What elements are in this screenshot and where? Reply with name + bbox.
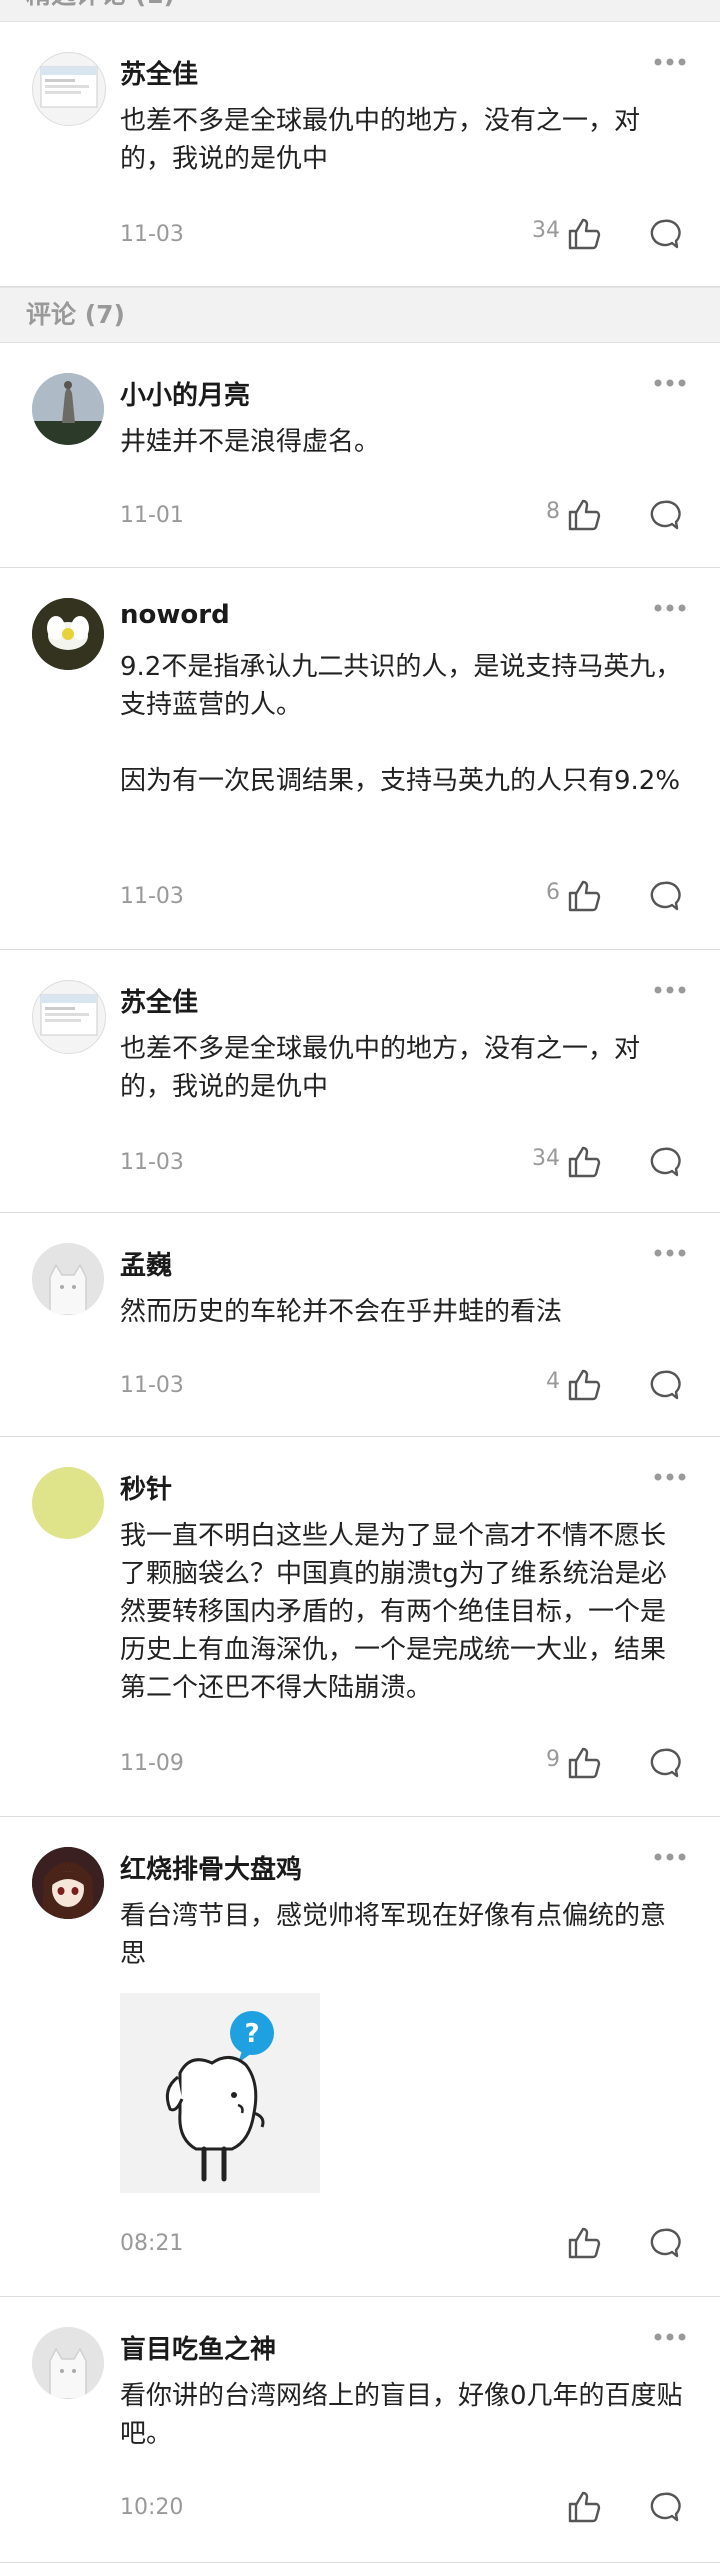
- thumbs-up-icon[interactable]: [566, 1144, 602, 1180]
- username[interactable]: 盲目吃鱼之神: [120, 2329, 276, 2366]
- thumbs-up-icon[interactable]: [566, 878, 602, 914]
- comment-text: 看你讲的台湾网络上的盲目，好像0几年的百度贴吧。: [120, 2377, 690, 2453]
- comment-date: 10:20: [120, 2495, 184, 2520]
- comment-text: 9.2不是指承认九二共识的人，是说支持马英九，支持蓝营的人。 因为有一次民调结果…: [120, 648, 690, 800]
- comments-label: 评论 (7): [26, 300, 125, 329]
- more-dots-icon[interactable]: [652, 1467, 688, 1487]
- reply-bubble-icon[interactable]: [646, 878, 682, 914]
- username[interactable]: 红烧排骨大盘鸡: [120, 1849, 302, 1886]
- username[interactable]: 苏全佳: [120, 982, 198, 1019]
- avatar[interactable]: [32, 1847, 104, 1919]
- reply-bubble-icon[interactable]: [646, 1367, 682, 1403]
- like-count: 34: [532, 218, 560, 243]
- featured-comments-label: 精选评论 (1): [26, 0, 175, 9]
- thumbs-up-icon[interactable]: [566, 497, 602, 533]
- more-dots-icon[interactable]: [652, 980, 688, 1000]
- username[interactable]: noword: [120, 600, 230, 630]
- avatar[interactable]: [32, 1243, 104, 1315]
- comment-item: noword 9.2不是指承认九二共识的人，是说支持马英九，支持蓝营的人。 因为…: [0, 568, 720, 950]
- comment-paragraph: 也差不多是全球最仇中的地方，没有之一，对的，我说的是仇中: [120, 106, 641, 174]
- more-dots-icon[interactable]: [652, 2327, 688, 2347]
- username[interactable]: 小小的月亮: [120, 375, 250, 412]
- username[interactable]: 秒针: [120, 1469, 172, 1506]
- more-dots-icon[interactable]: [652, 1243, 688, 1263]
- comment-text: 井娃并不是浪得虚名。: [120, 423, 690, 461]
- username[interactable]: 苏全佳: [120, 54, 198, 91]
- thumbs-up-icon[interactable]: [566, 216, 602, 252]
- comment-paragraph: 看台湾节目，感觉帅将军现在好像有点偏统的意思: [120, 1901, 667, 1969]
- comment-paragraph: 也差不多是全球最仇中的地方，没有之一，对的，我说的是仇中: [120, 1034, 641, 1102]
- reply-bubble-icon[interactable]: [646, 2489, 682, 2525]
- comment-date: 11-03: [120, 1150, 184, 1175]
- comment-paragraph: 看你讲的台湾网络上的盲目，好像0几年的百度贴吧。: [120, 2381, 683, 2449]
- more-dots-icon[interactable]: [652, 373, 688, 393]
- featured-comments-header: 精选评论 (1): [0, 0, 720, 22]
- comment-date: 11-03: [120, 1373, 184, 1398]
- svg-text:?: ?: [244, 2019, 259, 2049]
- reply-bubble-icon[interactable]: [646, 1745, 682, 1781]
- avatar[interactable]: [32, 980, 106, 1054]
- comment-date: 08:21: [120, 2231, 184, 2256]
- reply-bubble-icon[interactable]: [646, 216, 682, 252]
- comment-text: 也差不多是全球最仇中的地方，没有之一，对的，我说的是仇中: [120, 1030, 690, 1106]
- comment-paragraph: 井娃并不是浪得虚名。: [120, 427, 381, 457]
- avatar[interactable]: [32, 2327, 104, 2399]
- comment-text: 我一直不明白这些人是为了显个高才不情不愿长了颗脑袋么？中国真的崩溃tg为了维系统…: [120, 1517, 690, 1707]
- reply-bubble-icon[interactable]: [646, 1144, 682, 1180]
- avatar[interactable]: [32, 52, 106, 126]
- comment-text: 然而历史的车轮并不会在乎井蛙的看法: [120, 1293, 690, 1331]
- comment-date: 11-03: [120, 222, 184, 247]
- comment-item: 红烧排骨大盘鸡 看台湾节目，感觉帅将军现在好像有点偏统的意思 ? 08:21: [0, 1817, 720, 2297]
- reply-bubble-icon[interactable]: [646, 497, 682, 533]
- username[interactable]: 孟巍: [120, 1245, 172, 1282]
- like-count: 34: [532, 1146, 560, 1171]
- avatar[interactable]: [32, 1467, 104, 1539]
- comment-item: 孟巍 然而历史的车轮并不会在乎井蛙的看法 11-03 4: [0, 1213, 720, 1437]
- avatar[interactable]: [32, 598, 104, 670]
- thumbs-up-icon[interactable]: [566, 1367, 602, 1403]
- thumbs-up-icon[interactable]: [566, 2225, 602, 2261]
- more-dots-icon[interactable]: [652, 52, 688, 72]
- comments-header: 评论 (7): [0, 287, 720, 343]
- like-count: 8: [546, 499, 560, 524]
- like-count: 4: [546, 1369, 560, 1394]
- comment-date: 11-01: [120, 503, 184, 528]
- question-dog-sticker[interactable]: ?: [120, 1993, 320, 2193]
- like-count: 6: [546, 880, 560, 905]
- reply-bubble-icon[interactable]: [646, 2225, 682, 2261]
- comment-item: 小小的月亮 井娃并不是浪得虚名。 11-01 8: [0, 343, 720, 568]
- comment-date: 11-03: [120, 884, 184, 909]
- comment-item: 盲目吃鱼之神 看你讲的台湾网络上的盲目，好像0几年的百度贴吧。 10:20: [0, 2297, 720, 2563]
- thumbs-up-icon[interactable]: [566, 2489, 602, 2525]
- comment-paragraph: 我一直不明白这些人是为了显个高才不情不愿长了颗脑袋么？中国真的崩溃tg为了维系统…: [120, 1521, 667, 1703]
- comment-text: 看台湾节目，感觉帅将军现在好像有点偏统的意思: [120, 1897, 690, 1973]
- featured-comment-item: 苏全佳 也差不多是全球最仇中的地方，没有之一，对的，我说的是仇中 11-03 3…: [0, 22, 720, 287]
- comment-item: 秒针 我一直不明白这些人是为了显个高才不情不愿长了颗脑袋么？中国真的崩溃tg为了…: [0, 1437, 720, 1817]
- comment-date: 11-09: [120, 1751, 184, 1776]
- comment-paragraph: 然而历史的车轮并不会在乎井蛙的看法: [120, 1297, 563, 1327]
- comment-paragraph: 因为有一次民调结果，支持马英九的人只有9.2%: [120, 766, 681, 796]
- comment-paragraph: 9.2不是指承认九二共识的人，是说支持马英九，支持蓝营的人。: [120, 652, 682, 720]
- like-count: 9: [546, 1747, 560, 1772]
- more-dots-icon[interactable]: [652, 598, 688, 618]
- avatar[interactable]: [32, 373, 104, 445]
- more-dots-icon[interactable]: [652, 1847, 688, 1867]
- comment-item: 苏全佳 也差不多是全球最仇中的地方，没有之一，对的，我说的是仇中 11-03 3…: [0, 950, 720, 1213]
- thumbs-up-icon[interactable]: [566, 1745, 602, 1781]
- comment-text: 也差不多是全球最仇中的地方，没有之一，对的，我说的是仇中: [120, 102, 690, 178]
